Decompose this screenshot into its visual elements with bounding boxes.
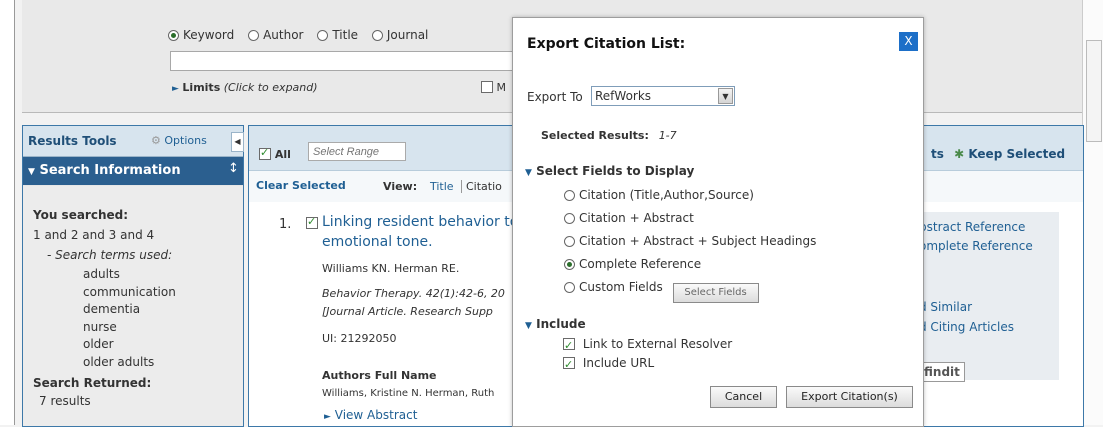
- search-information-header[interactable]: ▼ Search Information ↕: [23, 157, 243, 185]
- dialog-title: Export Citation List:: [527, 36, 686, 52]
- select-fields-section-header[interactable]: ▼ Select Fields to Display: [525, 164, 694, 178]
- field-option-citation-abstract[interactable]: Citation + Abstract: [564, 207, 816, 230]
- include-link-resolver[interactable]: Link to External Resolver: [563, 335, 732, 355]
- checkbox-icon[interactable]: [481, 81, 493, 93]
- view-label: View:: [383, 180, 418, 193]
- limit-checkbox[interactable]: M: [481, 81, 506, 94]
- include-url[interactable]: Include URL: [563, 354, 732, 374]
- search-field-options: Keyword Author Title Journal: [168, 28, 428, 42]
- search-returned-label: Search Returned:: [33, 376, 152, 390]
- result-checkbox[interactable]: [306, 215, 318, 230]
- result-number: 1.: [279, 217, 292, 232]
- radio-icon[interactable]: [371, 30, 383, 41]
- radio-journal[interactable]: Journal: [371, 28, 428, 42]
- options-button[interactable]: ⚙ Options: [151, 134, 207, 147]
- complete-reference-link[interactable]: omplete Reference: [919, 239, 1033, 253]
- chevron-down-icon[interactable]: ▼: [718, 88, 733, 104]
- search-term: nurse: [83, 319, 117, 334]
- authors-full-name-label: Authors Full Name: [322, 369, 437, 382]
- collapse-left-icon[interactable]: ◀: [231, 132, 244, 152]
- resize-handle-icon[interactable]: ↕: [228, 161, 239, 176]
- view-citation-link[interactable]: Citatio: [461, 180, 502, 193]
- collapse-arrow-icon: ▼: [525, 168, 532, 178]
- keep-icon: ✱: [954, 147, 965, 161]
- authors-full-name: Williams, Kristine N. Herman, Ruth: [322, 388, 495, 399]
- select-range-input[interactable]: [308, 142, 406, 161]
- results-tools-title: Results Tools: [28, 134, 117, 148]
- radio-icon[interactable]: [564, 259, 575, 270]
- collapse-arrow-icon: ▼: [525, 321, 532, 331]
- result-title-line2[interactable]: emotional tone.: [322, 234, 433, 250]
- checkbox-icon[interactable]: [563, 355, 575, 374]
- export-citations-button[interactable]: Export Citation(s): [786, 386, 913, 408]
- checkbox-icon[interactable]: [563, 336, 575, 355]
- scroll-thumb[interactable]: [1086, 40, 1102, 142]
- radio-icon[interactable]: [564, 282, 575, 293]
- search-terms-label: - Search terms used:: [47, 248, 173, 262]
- search-input[interactable]: [170, 51, 514, 71]
- search-term: adults: [83, 267, 120, 281]
- radio-keyword[interactable]: Keyword: [168, 28, 234, 42]
- abstract-reference-link[interactable]: bstract Reference: [919, 220, 1025, 234]
- result-authors: Williams KN. Herman RE.: [322, 262, 460, 275]
- search-query: 1 and 2 and 3 and 4: [33, 228, 155, 242]
- field-options: Citation (Title,Author,Source) Citation …: [564, 184, 816, 303]
- result-title[interactable]: Linking resident behavior to: [322, 214, 518, 230]
- partial-link[interactable]: ts: [931, 147, 944, 161]
- search-terms-list: adults communication dementia nurse olde…: [83, 266, 176, 371]
- select-all-checkbox[interactable]: All: [259, 146, 291, 161]
- checkbox-icon[interactable]: [306, 215, 318, 229]
- radio-icon[interactable]: [564, 236, 575, 247]
- field-option-citation-abstract-subjects[interactable]: Citation + Abstract + Subject Headings: [564, 230, 816, 253]
- close-icon[interactable]: X: [899, 32, 918, 51]
- result-ui: UI: 21292050: [322, 332, 397, 345]
- search-returned-value: 7 results: [39, 394, 91, 408]
- right-toolbar-links: ts ✱ Keep Selected: [931, 147, 1065, 161]
- results-tools-header: Results Tools ⚙ Options ◀: [23, 126, 244, 157]
- gear-icon: ⚙: [151, 134, 161, 147]
- result-publication-type: [Journal Article. Research Supp: [322, 305, 493, 318]
- field-option-custom-fields[interactable]: Custom Fields Select Fields: [564, 276, 816, 303]
- select-fields-button[interactable]: Select Fields: [672, 283, 759, 303]
- result-actions-box: bstract Reference omplete Reference d Si…: [919, 212, 1059, 382]
- export-to-select[interactable]: RefWorks ▼: [591, 86, 735, 106]
- export-citation-dialog: Export Citation List: X Export To RefWor…: [512, 17, 924, 427]
- export-to-label: Export To: [527, 90, 583, 104]
- radio-icon[interactable]: [168, 30, 179, 41]
- results-tools-panel: Results Tools ⚙ Options ◀ ▼ Search Infor…: [22, 125, 244, 427]
- you-searched-label: You searched:: [33, 208, 129, 222]
- search-information-body: You searched: 1 and 2 and 3 and 4 - Sear…: [23, 186, 243, 426]
- field-option-citation[interactable]: Citation (Title,Author,Source): [564, 184, 816, 207]
- keep-selected-link[interactable]: Keep Selected: [968, 147, 1065, 161]
- radio-author[interactable]: Author: [248, 28, 304, 42]
- search-term: dementia: [83, 302, 141, 316]
- limits-toggle[interactable]: ► Limits (Click to expand): [172, 81, 318, 94]
- field-option-complete-reference[interactable]: Complete Reference: [564, 253, 816, 276]
- selected-results: Selected Results: 1-7: [541, 129, 677, 142]
- collapse-arrow-icon: ▼: [28, 167, 35, 177]
- radio-icon[interactable]: [317, 30, 329, 41]
- clear-selected-link[interactable]: Clear Selected: [256, 179, 346, 192]
- view-abstract-link[interactable]: ► View Abstract: [324, 408, 417, 422]
- radio-icon[interactable]: [564, 213, 575, 224]
- include-section-header[interactable]: ▼ Include: [525, 317, 586, 331]
- search-term: older: [83, 337, 114, 351]
- find-similar-link[interactable]: d Similar: [919, 300, 972, 314]
- result-source: Behavior Therapy. 42(1):42-6, 20: [322, 287, 505, 300]
- radio-icon[interactable]: [248, 30, 260, 41]
- search-term: communication: [83, 284, 176, 299]
- search-term: older adults: [83, 354, 155, 369]
- view-title-link[interactable]: Title: [430, 180, 454, 193]
- find-citing-articles-link[interactable]: d Citing Articles: [919, 320, 1014, 334]
- expand-arrow-icon: ►: [172, 84, 179, 94]
- page-left-edge: [0, 0, 15, 425]
- radio-title[interactable]: Title: [317, 28, 358, 42]
- radio-icon[interactable]: [564, 190, 575, 201]
- right-scroll-gutter[interactable]: [1082, 0, 1103, 425]
- findit-button[interactable]: findit: [919, 362, 965, 382]
- checkbox-icon[interactable]: [259, 146, 271, 160]
- cancel-button[interactable]: Cancel: [710, 386, 777, 408]
- expand-arrow-icon: ►: [324, 412, 331, 422]
- include-options: Link to External Resolver Include URL: [563, 335, 732, 374]
